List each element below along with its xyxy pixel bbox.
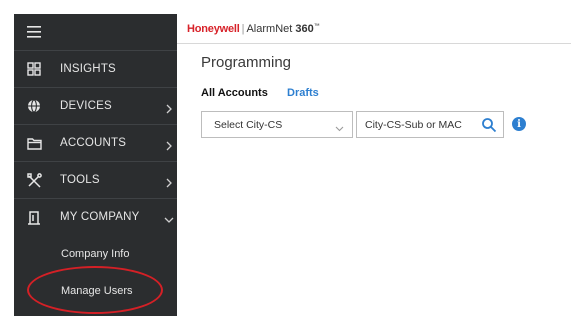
chevron-right-icon — [164, 175, 174, 188]
tab-all-accounts[interactable]: All Accounts — [201, 87, 268, 99]
brand-logo[interactable]: Honeywell | AlarmNet 360™ — [187, 23, 320, 35]
search-icon[interactable] — [481, 117, 497, 133]
folder-icon — [26, 135, 42, 151]
tab-drafts[interactable]: Drafts — [287, 87, 319, 99]
product-name: AlarmNet 360™ — [246, 23, 320, 35]
sidebar-item-insights[interactable]: INSIGHTS — [14, 51, 177, 87]
page-title: Programming — [201, 54, 292, 71]
sidebar-item-label: ACCOUNTS — [60, 137, 127, 149]
search-input[interactable] — [365, 117, 475, 133]
sidebar-item-tools[interactable]: TOOLS — [14, 162, 177, 198]
sidebar-item-accounts[interactable]: ACCOUNTS — [14, 125, 177, 161]
sidebar-item-label: INSIGHTS — [60, 63, 116, 75]
grid-icon — [26, 61, 42, 77]
city-cs-select[interactable]: Select City-CS — [201, 111, 353, 138]
highlight-circle — [27, 266, 163, 314]
chevron-right-icon — [164, 138, 174, 151]
sidebar-subitem-label: Company Info — [61, 248, 130, 260]
chevron-right-icon — [164, 101, 174, 114]
brand-name: Honeywell — [187, 23, 240, 35]
building-icon — [26, 209, 42, 225]
brand-separator: | — [241, 23, 245, 35]
hamburger-icon — [26, 24, 42, 40]
tools-icon — [26, 172, 42, 188]
sidebar-item-my-company[interactable]: MY COMPANY — [14, 199, 177, 235]
top-bar: Honeywell | AlarmNet 360™ — [177, 14, 571, 44]
sidebar-item-devices[interactable]: DEVICES — [14, 88, 177, 124]
info-icon[interactable]: i — [512, 117, 526, 131]
sidebar-item-label: TOOLS — [60, 174, 100, 186]
chevron-down-icon — [335, 120, 344, 132]
search-field — [356, 111, 504, 138]
sidebar-item-label: MY COMPANY — [60, 211, 140, 223]
globe-icon — [26, 98, 42, 114]
select-value: Select City-CS — [214, 119, 283, 131]
menu-toggle[interactable] — [14, 14, 177, 50]
chevron-down-icon — [164, 212, 174, 223]
sidebar-item-label: DEVICES — [60, 100, 112, 112]
